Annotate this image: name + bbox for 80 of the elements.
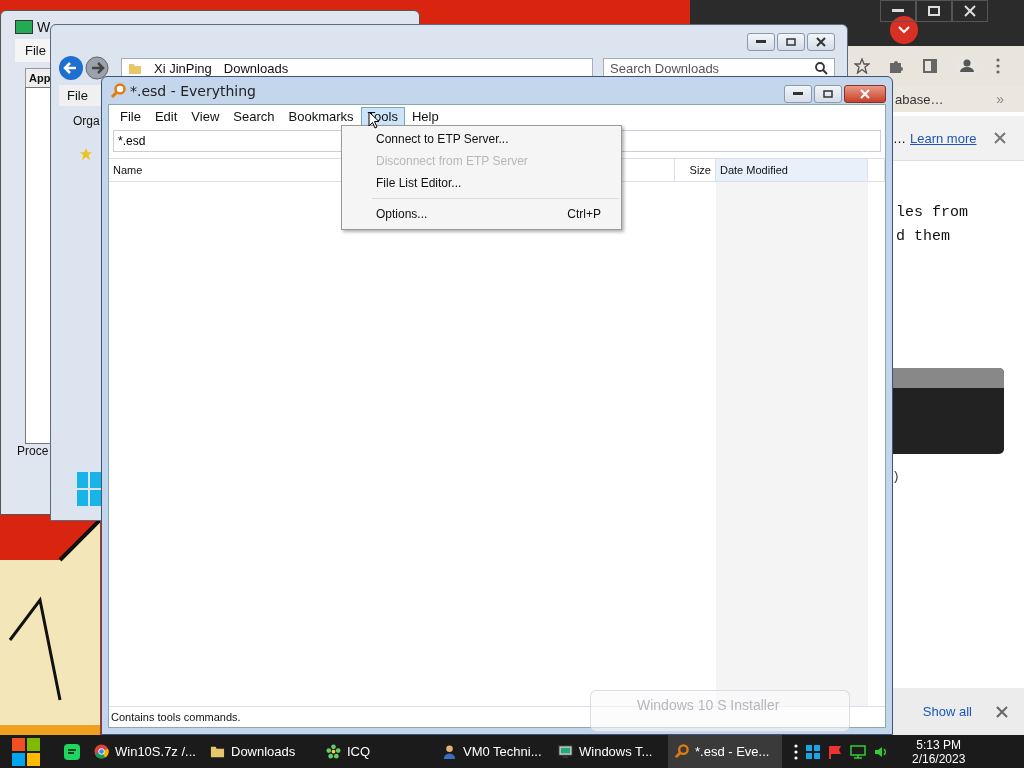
minimize-button[interactable]	[784, 85, 812, 103]
search-icon	[815, 62, 828, 75]
taskbar-button[interactable]: Windows T...	[552, 735, 666, 768]
close-icon	[964, 5, 976, 17]
info-text: …	[893, 130, 906, 146]
magnifier-icon	[674, 744, 689, 759]
maximize-button[interactable]	[814, 85, 842, 103]
menu-item[interactable]: Edit	[147, 107, 185, 126]
chevron-icon	[898, 26, 910, 34]
sidebar-icon[interactable]	[922, 58, 938, 74]
taskbar-button[interactable]: *.esd - Eve...	[668, 735, 782, 768]
windows-logo-icon	[77, 472, 101, 506]
taskbar-button[interactable]: VM0 Techni...	[436, 735, 550, 768]
monitor-icon	[558, 744, 573, 759]
maximize-button[interactable]	[916, 0, 952, 22]
taskbar-button[interactable]: Win10S.7z /...	[88, 735, 202, 768]
learn-more-link[interactable]: Learn more	[910, 130, 977, 146]
chat-icon[interactable]	[64, 743, 80, 760]
menu-item[interactable]: Help	[404, 107, 446, 126]
minimize-icon	[892, 9, 904, 13]
close-icon[interactable]	[996, 705, 1008, 718]
windows-logo-icon[interactable]	[10, 735, 42, 768]
breadcrumb-item[interactable]: Downloads	[223, 60, 289, 76]
menu-item[interactable]: Bookmarks	[281, 107, 361, 126]
toolbar-button[interactable]: Orga	[73, 114, 100, 128]
bookmark-item[interactable]: abase…	[895, 91, 944, 107]
windows-logo-icon[interactable]	[806, 744, 820, 759]
menu-item[interactable]: Options... Ctrl+P	[342, 203, 621, 225]
menu-item[interactable]: File	[67, 88, 88, 103]
clock[interactable]: 5:13 PM 2/16/2023	[912, 737, 966, 766]
forward-icon[interactable]	[85, 56, 109, 80]
flower-icon	[326, 744, 341, 759]
puzzle-icon[interactable]	[888, 58, 904, 74]
profile-icon[interactable]	[956, 55, 978, 77]
close-icon	[860, 89, 870, 99]
maximize-icon	[928, 6, 940, 16]
menu-item[interactable]: File	[25, 43, 46, 58]
footer-text: Proce	[17, 444, 49, 458]
menu-item[interactable]: View	[184, 107, 227, 126]
maximize-button[interactable]	[777, 33, 805, 51]
close-icon	[816, 37, 826, 47]
monitor-icon	[15, 20, 33, 34]
minimize-button[interactable]	[747, 33, 775, 51]
taskbar-button[interactable]: ICQ	[320, 735, 434, 768]
column-header[interactable]: Date Modified	[716, 159, 868, 181]
speaker-icon[interactable]	[874, 744, 888, 759]
network-icon[interactable]	[850, 744, 866, 759]
person-icon	[442, 744, 457, 759]
magnifier-icon	[110, 82, 126, 99]
taskbar-button[interactable]: Downloads	[204, 735, 318, 768]
maximize-icon	[823, 90, 833, 98]
star-icon[interactable]	[854, 58, 870, 74]
minimize-icon	[756, 40, 766, 44]
menu-item[interactable]: Search	[226, 107, 282, 126]
close-icon[interactable]	[994, 132, 1007, 144]
page-text: d them	[896, 227, 951, 247]
maximize-icon	[786, 38, 796, 46]
browser-icon	[94, 744, 109, 759]
close-button[interactable]	[952, 0, 988, 22]
window-title: *.esd - Everything	[130, 82, 256, 99]
flag-icon[interactable]	[828, 744, 842, 759]
show-all-button[interactable]: Show all	[922, 704, 972, 719]
breadcrumb-item[interactable]: Xi JinPing	[154, 60, 212, 76]
dropdown-button[interactable]	[890, 16, 918, 44]
close-button[interactable]	[807, 33, 835, 51]
page-text: les from	[896, 203, 969, 223]
folder-icon	[210, 744, 225, 759]
back-icon[interactable]	[59, 56, 83, 80]
minimize-button[interactable]	[880, 0, 916, 22]
menu-item[interactable]: File List Editor...	[342, 172, 621, 194]
menu-item[interactable]: Connect to ETP Server...	[342, 128, 621, 150]
address-bar[interactable]: Xi JinPing Downloads	[121, 58, 593, 78]
close-button[interactable]	[844, 85, 886, 103]
minimize-icon	[793, 92, 803, 96]
more-icon[interactable]	[794, 743, 798, 760]
window-title: W	[37, 19, 51, 35]
menu-item[interactable]: File	[113, 107, 148, 126]
tab[interactable]: App	[25, 68, 52, 88]
star-icon	[79, 147, 93, 161]
page-text: )	[892, 469, 900, 484]
